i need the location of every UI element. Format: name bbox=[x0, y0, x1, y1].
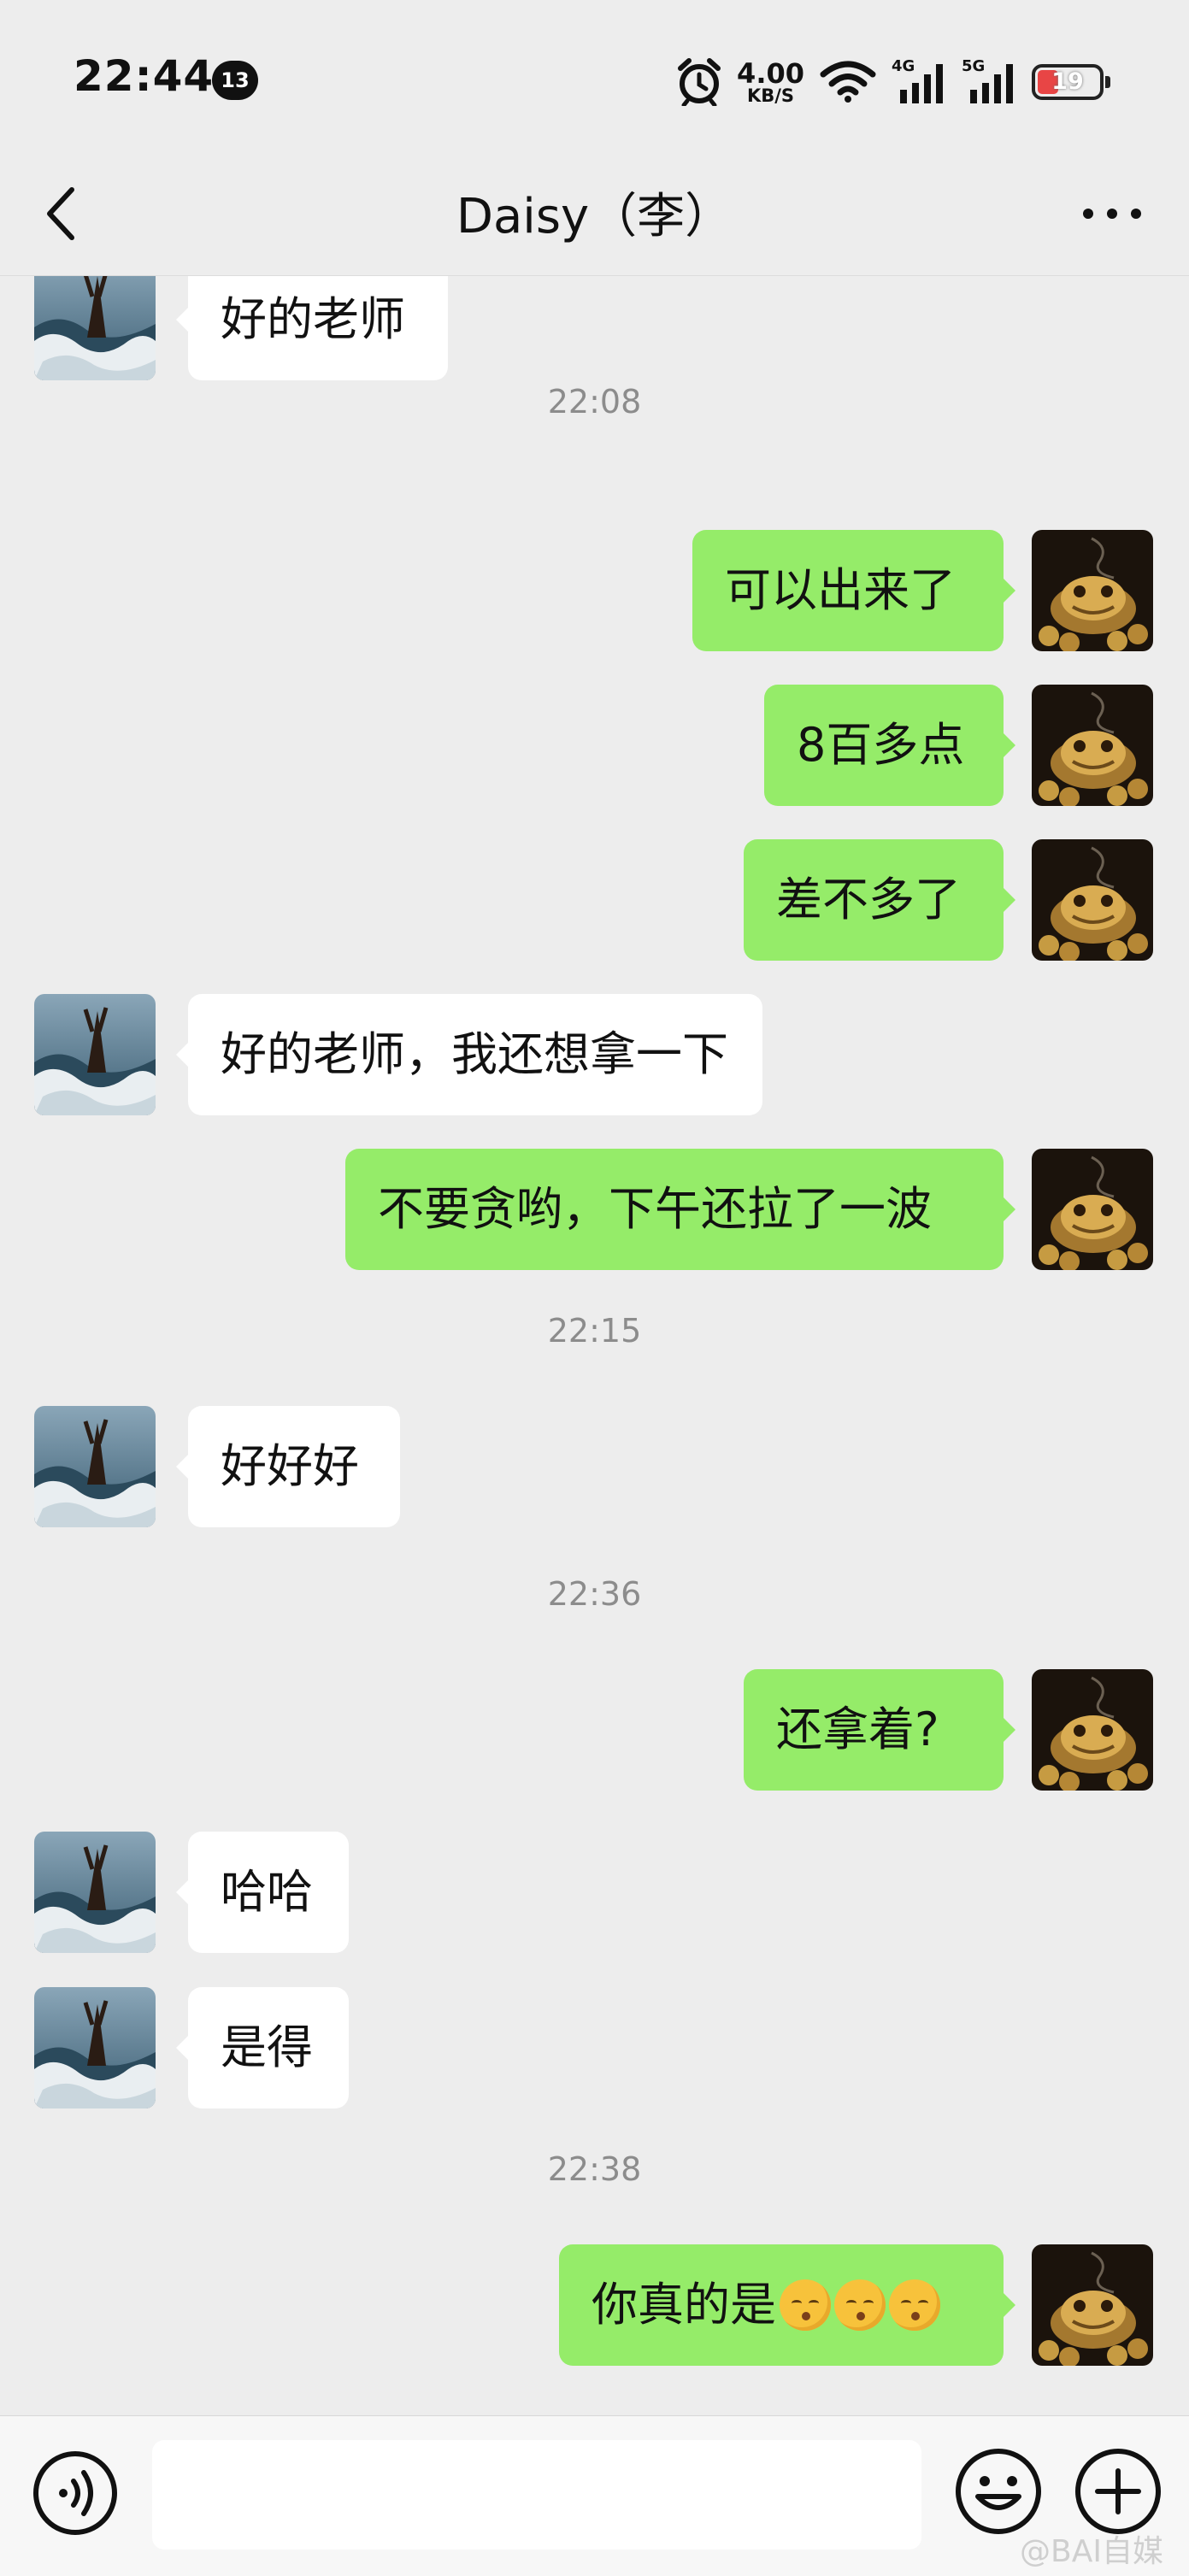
message-text: 哈哈 bbox=[221, 1865, 313, 1919]
contact-avatar[interactable] bbox=[34, 1987, 156, 2108]
message-timestamp: 22:15 bbox=[547, 1312, 642, 1350]
message-text: 好好好 bbox=[221, 1439, 359, 1493]
kissing-face-emoji-icon bbox=[889, 2279, 940, 2332]
message-bubble[interactable]: 是得 bbox=[176, 1987, 349, 2108]
more-dots-icon[interactable] bbox=[1078, 188, 1146, 239]
signal-sim1: 4G bbox=[892, 57, 946, 105]
net-speed-unit: KB/S bbox=[746, 85, 795, 106]
message-bubble[interactable]: 好的老师 bbox=[176, 276, 448, 380]
notification-count-badge: 13 bbox=[212, 61, 258, 100]
message-text: 不要贪哟，下午还拉了一波 bbox=[378, 1182, 932, 1236]
contact-avatar[interactable] bbox=[34, 1832, 156, 1953]
message-text: 是得 bbox=[221, 2020, 313, 2074]
message-text: 好的老师，我还想拿一下 bbox=[221, 1027, 728, 1081]
message-bubble[interactable]: 你真的是 bbox=[559, 2244, 1015, 2366]
battery-level: 19 bbox=[1051, 68, 1084, 95]
chat-title: Daisy（李） bbox=[456, 189, 733, 244]
status-time: 22:44 bbox=[74, 51, 215, 101]
sent-message: 还拿着? bbox=[0, 1669, 1189, 1791]
message-bubble[interactable]: 差不多了 bbox=[744, 839, 1015, 961]
emoji-icon[interactable] bbox=[952, 2445, 1045, 2538]
message-bubble[interactable]: 可以出来了 bbox=[692, 530, 1015, 651]
net-speed: 4.00 KB/S bbox=[737, 57, 804, 106]
battery-icon: 19 bbox=[1032, 64, 1110, 100]
system-icons: 4.00 KB/S 4G 5G 19 bbox=[677, 55, 1110, 109]
message-bubble[interactable]: 好好好 bbox=[176, 1406, 400, 1527]
wifi-icon bbox=[820, 61, 876, 103]
my-avatar[interactable] bbox=[1032, 1669, 1153, 1791]
net-speed-value: 4.00 bbox=[737, 57, 804, 90]
message-bubble[interactable]: 哈哈 bbox=[176, 1832, 349, 1953]
contact-avatar[interactable] bbox=[34, 1406, 156, 1527]
signal-sim2: 5G bbox=[962, 57, 1016, 105]
input-bar: @BAI自媒 bbox=[0, 2415, 1189, 2576]
message-input[interactable] bbox=[152, 2440, 921, 2550]
sent-message: 可以出来了 bbox=[0, 530, 1189, 651]
voice-icon[interactable] bbox=[31, 2449, 120, 2538]
my-avatar[interactable] bbox=[1032, 1149, 1153, 1270]
received-message: 好的老师 bbox=[0, 276, 1189, 380]
message-text: 你真的是 bbox=[592, 2278, 776, 2332]
sent-message: 你真的是 bbox=[0, 2244, 1189, 2366]
sent-message: 不要贪哟，下午还拉了一波 bbox=[0, 1149, 1189, 1270]
received-message: 哈哈 bbox=[0, 1832, 1189, 1953]
message-timestamp: 22:38 bbox=[547, 2150, 642, 2188]
contact-avatar[interactable] bbox=[34, 994, 156, 1115]
alarm-clock-icon bbox=[678, 58, 721, 106]
message-bubble[interactable]: 好的老师，我还想拿一下 bbox=[176, 994, 762, 1115]
my-avatar[interactable] bbox=[1032, 2244, 1153, 2366]
message-list[interactable]: 好的老师 22:08 可以出来了 8百多点 差不多了 好的老师，我还想拿一下 不… bbox=[0, 276, 1189, 2415]
message-text: 还拿着? bbox=[776, 1703, 939, 1756]
message-bubble[interactable]: 不要贪哟，下午还拉了一波 bbox=[345, 1149, 1015, 1270]
contact-avatar[interactable] bbox=[34, 276, 156, 380]
sent-message: 8百多点 bbox=[0, 685, 1189, 806]
my-avatar[interactable] bbox=[1032, 839, 1153, 961]
message-timestamp: 22:36 bbox=[547, 1575, 642, 1613]
kissing-face-emoji-icon bbox=[780, 2279, 831, 2332]
message-text: 好的老师 bbox=[221, 292, 405, 346]
status-bar: 22:44 13 4.00 KB/S 4G 5G 19 bbox=[0, 0, 1189, 154]
my-avatar[interactable] bbox=[1032, 530, 1153, 651]
plus-icon[interactable] bbox=[1072, 2445, 1164, 2538]
message-timestamp: 22:08 bbox=[547, 383, 642, 421]
signal-icon bbox=[970, 64, 1013, 103]
message-text: 差不多了 bbox=[776, 873, 961, 926]
received-message: 是得 bbox=[0, 1987, 1189, 2108]
chat-header: Daisy（李） bbox=[0, 154, 1189, 276]
kissing-face-emoji-icon bbox=[834, 2279, 886, 2332]
sent-message: 差不多了 bbox=[0, 839, 1189, 961]
received-message: 好的老师，我还想拿一下 bbox=[0, 994, 1189, 1115]
watermark: @BAI自媒 bbox=[1020, 2534, 1163, 2569]
message-text: 8百多点 bbox=[797, 718, 965, 772]
message-bubble[interactable]: 还拿着? bbox=[744, 1669, 1015, 1791]
signal-icon bbox=[900, 64, 943, 103]
received-message: 好好好 bbox=[0, 1406, 1189, 1527]
message-bubble[interactable]: 8百多点 bbox=[764, 685, 1015, 806]
my-avatar[interactable] bbox=[1032, 685, 1153, 806]
message-text: 可以出来了 bbox=[725, 563, 956, 617]
